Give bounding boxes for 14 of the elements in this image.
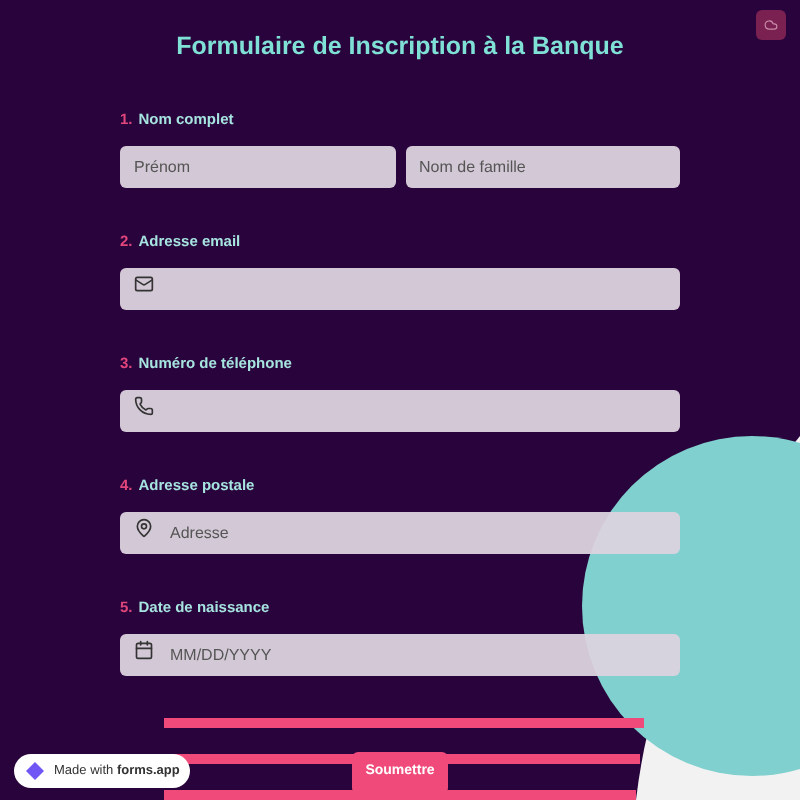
phone-icon <box>134 395 154 415</box>
input-field[interactable]: Adresse <box>120 512 680 554</box>
cloud-button[interactable] <box>756 10 786 40</box>
envelope-icon <box>134 273 154 293</box>
input-field[interactable] <box>120 268 680 310</box>
input-field[interactable]: MM/DD/YYYY <box>120 634 680 676</box>
location-pin-icon <box>134 517 154 537</box>
form-title: Formulaire de Inscription à la Banque <box>174 30 626 64</box>
input-field[interactable]: Nom de famille <box>405 146 680 188</box>
input-field[interactable] <box>120 390 680 432</box>
input-field[interactable]: Prénom <box>120 146 395 188</box>
cloud-icon <box>764 18 778 32</box>
logo-icon <box>24 760 46 782</box>
calendar-icon <box>134 639 154 659</box>
